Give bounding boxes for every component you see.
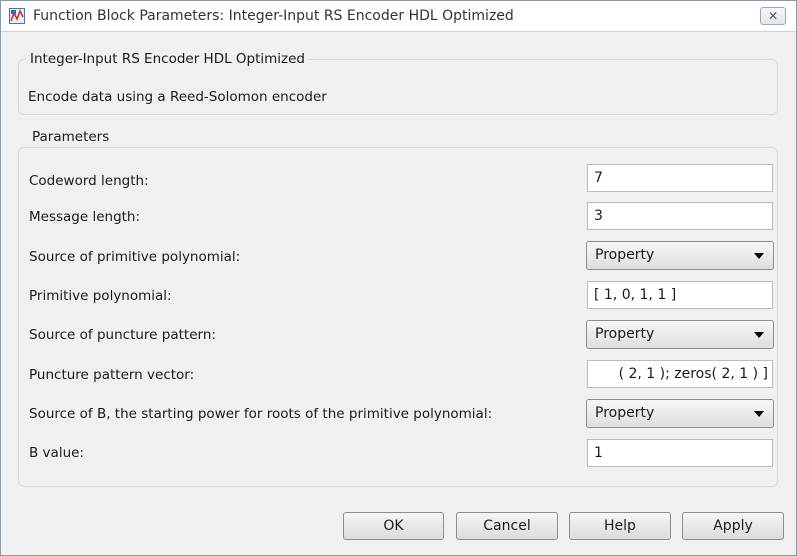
- puncture-vector-label: Puncture pattern vector:: [29, 367, 195, 383]
- chevron-down-icon: [754, 253, 764, 259]
- ok-button-label: OK: [383, 518, 404, 534]
- puncture-source-label: Source of puncture pattern:: [29, 327, 216, 343]
- help-button-label: Help: [604, 518, 636, 534]
- window-title: Function Block Parameters: Integer-Input…: [33, 8, 514, 24]
- chevron-down-icon: [754, 411, 764, 417]
- block-description-group: [18, 59, 778, 115]
- primitive-poly-source-dropdown[interactable]: Property: [586, 241, 774, 270]
- primitive-poly-source-label: Source of primitive polynomial:: [29, 249, 241, 265]
- puncture-source-dropdown[interactable]: Property: [586, 320, 774, 349]
- dialog-window: Function Block Parameters: Integer-Input…: [0, 0, 797, 556]
- b-source-label: Source of B, the starting power for root…: [29, 406, 493, 422]
- primitive-poly-source-value: Property: [595, 247, 655, 263]
- b-source-dropdown[interactable]: Property: [586, 399, 774, 428]
- cancel-button[interactable]: Cancel: [456, 512, 558, 540]
- primitive-polynomial-field[interactable]: [ 1, 0, 1, 1 ]: [587, 281, 773, 309]
- ok-button[interactable]: OK: [343, 512, 444, 540]
- help-button[interactable]: Help: [569, 512, 671, 540]
- block-description: Encode data using a Reed-Solomon encoder: [28, 89, 327, 105]
- b-value-label: B value:: [29, 445, 84, 461]
- puncture-vector-value: ( 2, 1 ); zeros( 2, 1 ) ]: [618, 366, 768, 382]
- primitive-polynomial-value: [ 1, 0, 1, 1 ]: [594, 287, 677, 303]
- simulink-block-icon: [9, 8, 25, 24]
- block-name-heading: Integer-Input RS Encoder HDL Optimized: [27, 51, 309, 67]
- b-value-field[interactable]: 1: [587, 439, 773, 467]
- message-length-label: Message length:: [29, 209, 141, 225]
- codeword-length-field[interactable]: 7: [587, 164, 773, 192]
- cancel-button-label: Cancel: [483, 518, 531, 534]
- close-button[interactable]: ✕: [760, 7, 786, 25]
- puncture-vector-field[interactable]: ( 2, 1 ); zeros( 2, 1 ) ]: [587, 360, 773, 388]
- parameters-heading: Parameters: [29, 129, 113, 145]
- b-source-value: Property: [595, 405, 655, 421]
- title-bar[interactable]: Function Block Parameters: Integer-Input…: [1, 1, 796, 32]
- codeword-length-label: Codeword length:: [29, 173, 149, 189]
- message-length-value: 3: [594, 208, 603, 224]
- puncture-source-value: Property: [595, 326, 655, 342]
- close-icon: ✕: [767, 9, 779, 23]
- codeword-length-value: 7: [594, 170, 603, 186]
- primitive-polynomial-label: Primitive polynomial:: [29, 288, 172, 304]
- apply-button[interactable]: Apply: [682, 512, 784, 540]
- parameters-group: [18, 147, 778, 487]
- b-value-value: 1: [594, 445, 603, 461]
- chevron-down-icon: [754, 332, 764, 338]
- message-length-field[interactable]: 3: [587, 202, 773, 230]
- apply-button-label: Apply: [713, 518, 753, 534]
